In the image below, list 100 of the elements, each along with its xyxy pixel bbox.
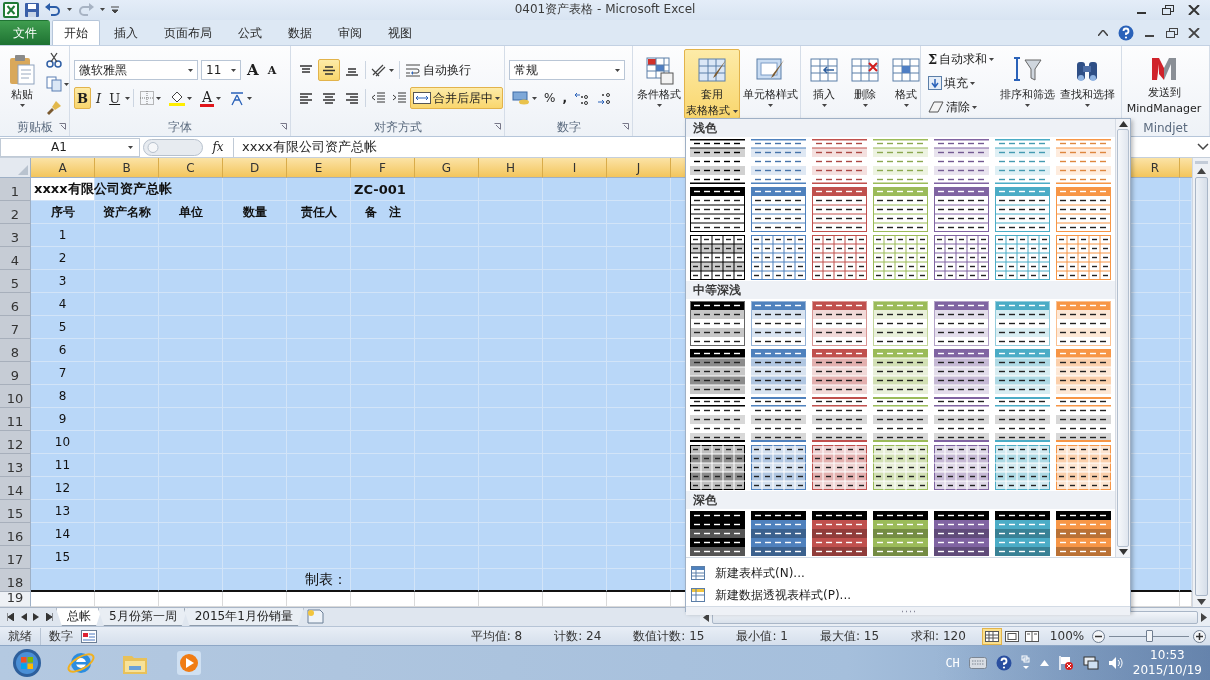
row-header[interactable]: 8 xyxy=(0,339,31,363)
status-text: 就绪 xyxy=(0,627,41,645)
ribbon-tab[interactable]: 文件 xyxy=(0,20,50,46)
comma-button[interactable]: , xyxy=(559,87,570,110)
ribbon-tab[interactable]: 审阅 xyxy=(326,20,374,46)
ribbon-tab[interactable]: 开始 xyxy=(52,20,100,46)
row-header[interactable]: 7 xyxy=(0,316,31,340)
row-header[interactable]: 18 xyxy=(0,569,31,593)
cell-styles-button[interactable]: 单元格样式 xyxy=(741,49,799,120)
cell-text: 数量 xyxy=(242,203,267,221)
cell-text: 4 xyxy=(58,297,67,312)
percent-button[interactable]: % xyxy=(541,87,559,110)
gallery-section-title: 深色 xyxy=(693,491,717,509)
row-header[interactable]: 13 xyxy=(0,454,31,478)
clock-time[interactable]: 10:53 xyxy=(1150,648,1185,663)
cell-text: 5 xyxy=(58,320,67,335)
row-header[interactable]: 4 xyxy=(0,247,31,271)
gallery-command[interactable]: 新建表样式(N)... xyxy=(686,562,1130,584)
font-size-select[interactable]: 11 xyxy=(201,60,241,81)
cell-text: 2 xyxy=(58,251,67,266)
autosum-button[interactable]: Σ 自动求和 xyxy=(925,49,998,70)
status-statistic: 数值计数: 15 xyxy=(632,627,706,645)
row-header[interactable]: 10 xyxy=(0,385,31,409)
name-box[interactable]: A1 xyxy=(0,137,140,157)
bold-button[interactable]: B xyxy=(74,87,91,110)
cell-text: 9 xyxy=(58,412,67,427)
sort-filter-button[interactable]: 排序和筛选 xyxy=(998,49,1057,120)
status-statistic: 最小值: 1 xyxy=(735,627,789,645)
row-header[interactable]: 1 xyxy=(0,178,31,202)
wrap-text-button[interactable]: 自动换行 xyxy=(402,59,474,82)
cell-text: 制表： xyxy=(305,570,347,589)
font-name-select[interactable]: 微软雅黑 xyxy=(74,60,198,81)
status-statistic: 求和: 120 xyxy=(910,627,967,645)
cells-command-button[interactable]: 插入 xyxy=(805,49,843,120)
status-text: 数字 xyxy=(48,627,74,645)
number-format-select[interactable]: 常规 xyxy=(509,60,625,81)
row-header[interactable]: 14 xyxy=(0,477,31,501)
column-header[interactable]: D xyxy=(223,158,287,179)
row-header[interactable]: 16 xyxy=(0,523,31,547)
column-header[interactable]: I xyxy=(543,158,607,179)
cell-text: 1 xyxy=(58,228,67,243)
group-label: 剪贴板 xyxy=(16,119,53,137)
paste-button[interactable]: 粘贴 xyxy=(4,49,40,120)
column-header[interactable]: G xyxy=(415,158,479,179)
sheet-tab[interactable]: 5月份第一周 xyxy=(98,608,188,627)
group-label: 数字 xyxy=(556,119,581,137)
ribbon-tab[interactable]: 页面布局 xyxy=(152,20,224,46)
ribbon-tab[interactable]: 视图 xyxy=(376,20,424,46)
row-header[interactable]: 6 xyxy=(0,293,31,317)
column-header[interactable]: B xyxy=(95,158,159,179)
row-header[interactable]: 19 xyxy=(0,592,31,608)
column-header[interactable]: R xyxy=(1131,158,1180,179)
row-header[interactable]: 17 xyxy=(0,546,31,570)
row-header[interactable]: 9 xyxy=(0,362,31,386)
cell-text: 责任人 xyxy=(300,203,337,221)
gallery-command[interactable]: 新建数据透视表样式(P)... xyxy=(686,584,1130,606)
row-header[interactable]: 2 xyxy=(0,201,31,225)
group-label: 字体 xyxy=(168,119,192,137)
column-header[interactable]: C xyxy=(159,158,223,179)
zoom-level[interactable]: 100% xyxy=(1041,629,1093,644)
cell-text: 15 xyxy=(54,550,71,565)
column-header[interactable]: F xyxy=(351,158,415,179)
underline-button[interactable]: U xyxy=(106,87,124,110)
fill-button[interactable]: 填充 xyxy=(925,73,998,94)
group-label: 对齐方式 xyxy=(373,119,422,137)
row-header[interactable]: 15 xyxy=(0,500,31,524)
cell-text: ZC-001 xyxy=(354,181,406,197)
cell-text: 序号 xyxy=(50,203,75,221)
row-header[interactable]: 5 xyxy=(0,270,31,294)
row-header[interactable]: 11 xyxy=(0,408,31,432)
italic-button[interactable]: I xyxy=(93,87,105,110)
column-header[interactable]: E xyxy=(287,158,351,179)
status-statistic: 最大值: 15 xyxy=(818,627,881,645)
cell-text: 14 xyxy=(54,527,71,542)
column-header[interactable]: H xyxy=(479,158,543,179)
cells-command-button[interactable]: 删除 xyxy=(846,49,884,120)
send-to-mindmanager-button[interactable]: 发送到 MindManager xyxy=(1126,49,1202,120)
clear-button[interactable]: 清除 xyxy=(925,97,998,118)
shrink-font-button[interactable]: A xyxy=(264,59,280,82)
cell-text: 备 注 xyxy=(364,203,401,221)
cells-command-button[interactable]: 格式 xyxy=(887,49,925,120)
ribbon-tab[interactable]: 公式 xyxy=(226,20,274,46)
cell-text: 13 xyxy=(54,504,71,519)
format-as-table-button[interactable]: 套用 表格格式 xyxy=(684,49,740,120)
ribbon-tab[interactable]: 插入 xyxy=(102,20,150,46)
font-color-button[interactable]: A xyxy=(197,87,225,110)
ribbon-tab[interactable]: 数据 xyxy=(276,20,324,46)
sheet-tab[interactable]: 2015年1月份销量 xyxy=(183,608,304,627)
column-header[interactable]: J xyxy=(607,158,671,179)
merge-center-button[interactable]: 合并后居中 xyxy=(410,87,503,110)
column-header[interactable]: A xyxy=(31,158,95,179)
conditional-format-button[interactable]: 条件格式 xyxy=(635,49,683,120)
clock-date[interactable]: 2015/10/19 xyxy=(1132,663,1202,678)
cell-text: 单位 xyxy=(178,203,203,221)
sheet-tab[interactable]: 总帐 xyxy=(56,608,102,627)
grow-font-button[interactable]: A xyxy=(244,59,262,82)
row-header[interactable]: 12 xyxy=(0,431,31,455)
row-header[interactable]: 3 xyxy=(0,224,31,248)
cell-text: 6 xyxy=(58,343,67,358)
insert-function-button[interactable]: fx xyxy=(206,140,230,155)
